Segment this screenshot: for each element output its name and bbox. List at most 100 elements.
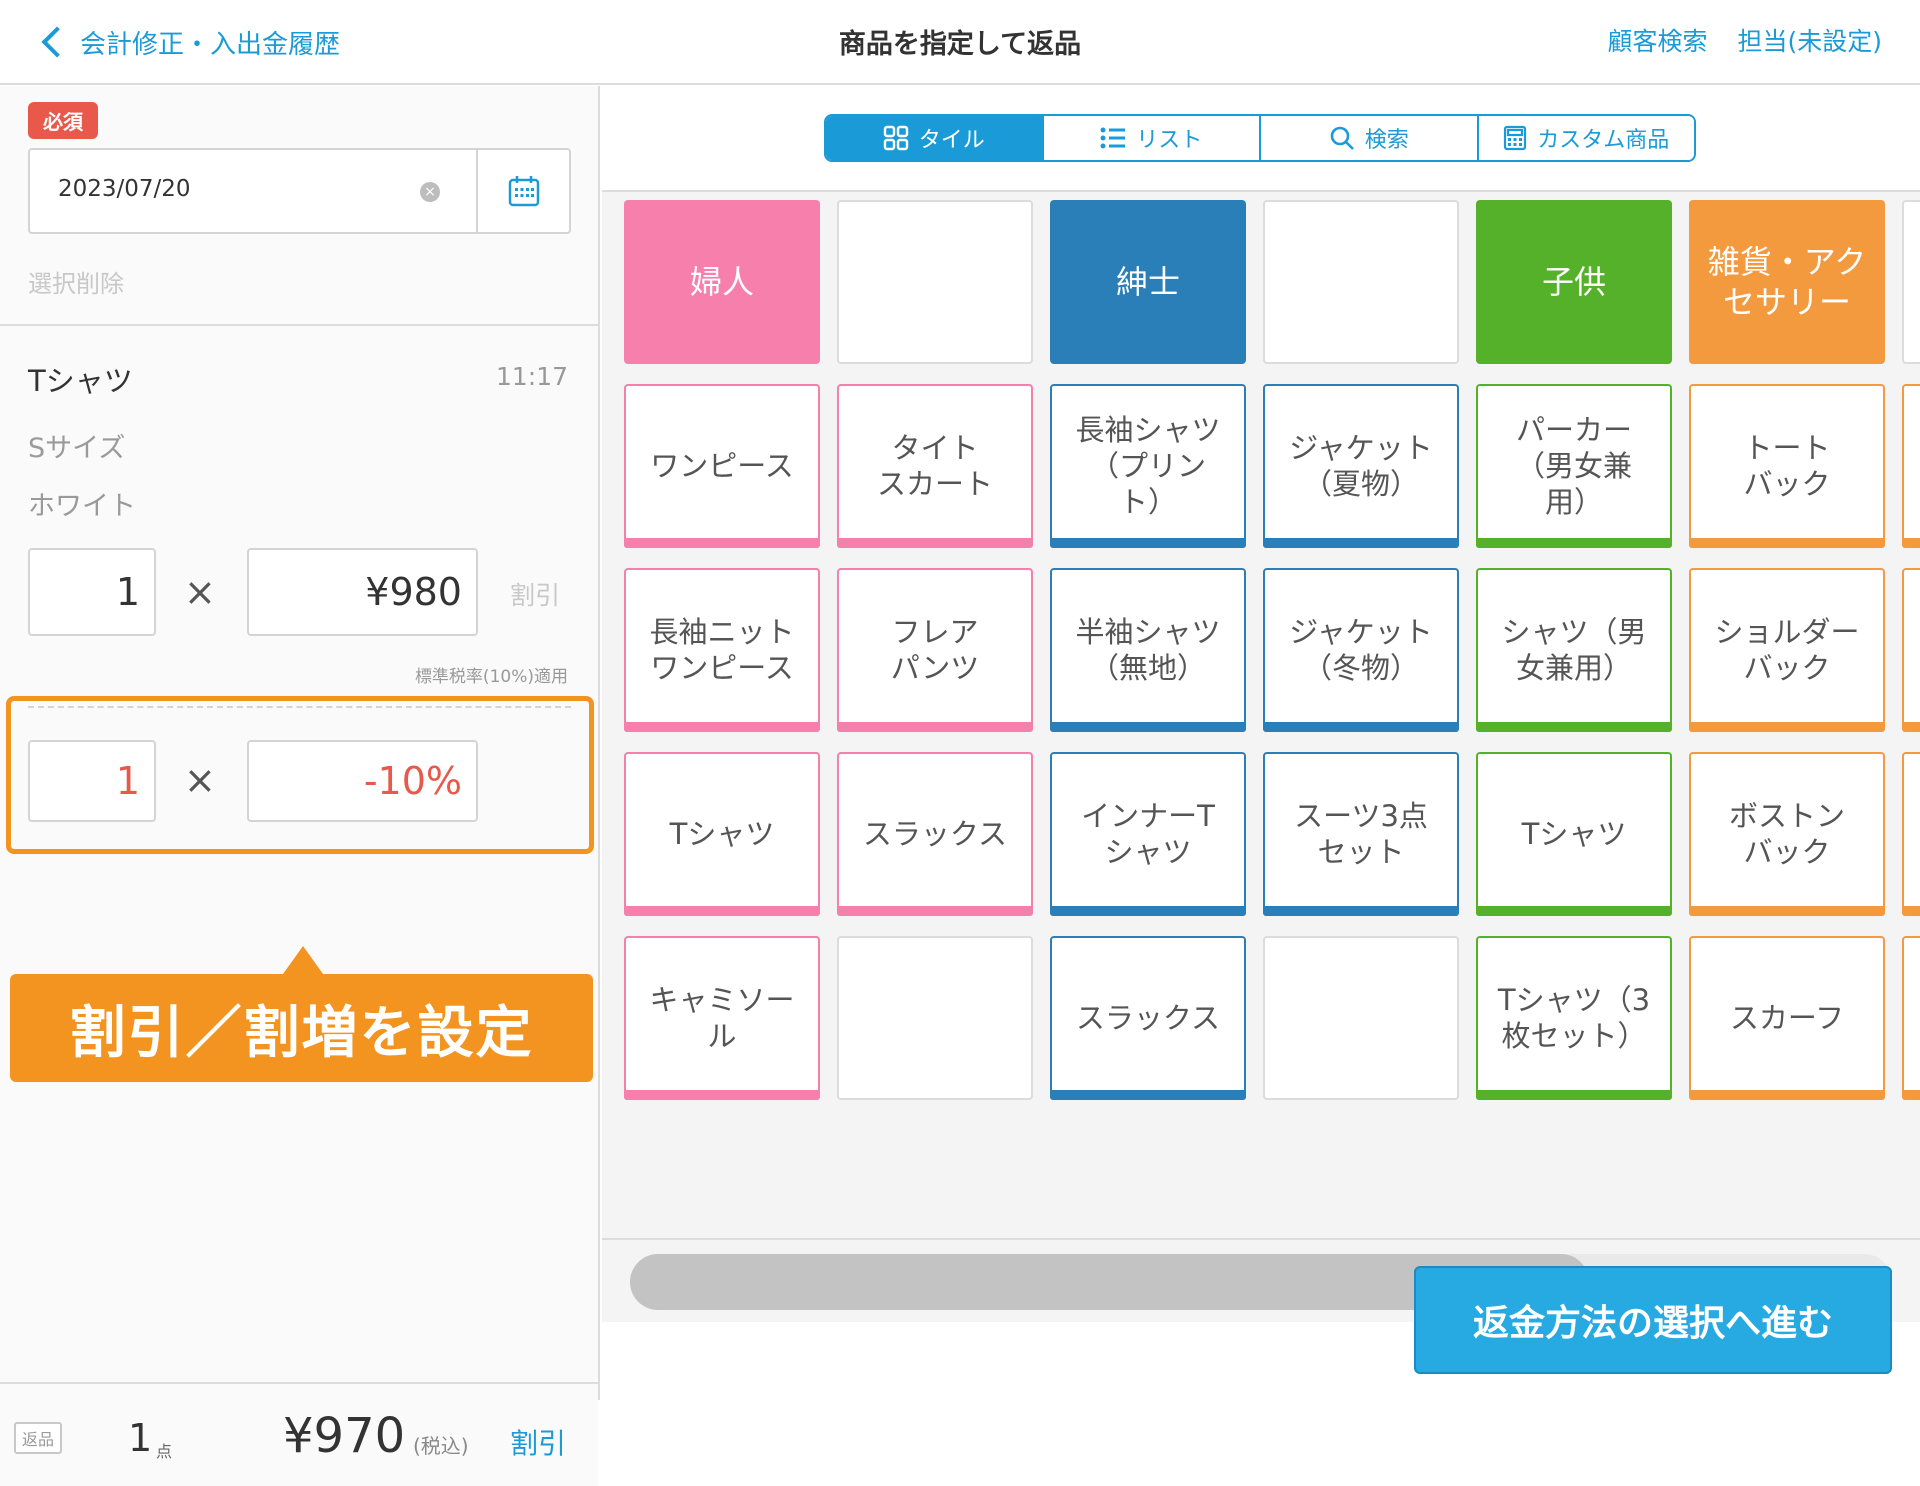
- tile-color-bar: [624, 1090, 820, 1100]
- product-tile[interactable]: パーカー （男女兼 用）: [1476, 384, 1672, 548]
- view-mode-tabs: タイル リスト 検索 カスタム商品: [824, 114, 1696, 162]
- product-panel: タイル リスト 検索 カスタム商品 婦人 紳士 子供 雑貨・アク セサリー ワン…: [602, 86, 1920, 1400]
- tile-color-bar: [837, 906, 1033, 916]
- tab-label: リスト: [1136, 128, 1203, 153]
- tile-color-bar: [1263, 722, 1459, 732]
- tile-color-bar: [1050, 1090, 1246, 1100]
- item-name: Tシャツ: [28, 364, 133, 398]
- tile-color-bar: [624, 538, 820, 548]
- item-time: 11:17: [495, 362, 568, 391]
- item-count: 1: [128, 1416, 153, 1460]
- partial-tile: [1902, 752, 1920, 916]
- product-tile[interactable]: インナーT シャツ: [1050, 752, 1246, 916]
- product-tile[interactable]: スラックス: [837, 752, 1033, 916]
- tile-color-bar: [1476, 1090, 1672, 1100]
- product-tile[interactable]: キャミソー ル: [624, 936, 820, 1100]
- footer-discount-link[interactable]: 割引: [510, 1422, 566, 1462]
- product-tile-grid: 婦人 紳士 子供 雑貨・アク セサリーワンピース タイト スカート 長袖シャツ （プリン …: [602, 192, 1920, 1322]
- divider: [602, 1238, 1920, 1240]
- date-field[interactable]: 2023/07/20 ×: [28, 148, 571, 234]
- product-tile[interactable]: ジャケット （夏物）: [1263, 384, 1459, 548]
- tile-color-bar: [1902, 722, 1920, 732]
- discount-link[interactable]: 割引: [510, 576, 560, 612]
- empty-tile: [1263, 936, 1459, 1100]
- cart-footer: 返品 1 点 ¥970 (税込) 割引: [0, 1382, 598, 1486]
- product-tile[interactable]: フレア パンツ: [837, 568, 1033, 732]
- category-tile[interactable]: 子供: [1476, 200, 1672, 364]
- category-tile[interactable]: 婦人: [624, 200, 820, 364]
- product-tile[interactable]: 長袖シャツ （プリン ト）: [1050, 384, 1246, 548]
- empty-tile: [1263, 200, 1459, 364]
- product-tile[interactable]: 半袖シャツ （無地）: [1050, 568, 1246, 732]
- return-badge: 返品: [14, 1422, 63, 1454]
- tab-label: 検索: [1364, 128, 1409, 153]
- customer-search-link[interactable]: 顧客検索: [1607, 22, 1707, 58]
- multiply-sign: ×: [184, 570, 216, 614]
- product-tile[interactable]: スカーフ: [1689, 936, 1885, 1100]
- tile-color-bar: [1050, 538, 1246, 548]
- callout-pointer: [283, 946, 323, 974]
- tile-color-bar: [1476, 538, 1672, 548]
- tax-note: 標準税率(10%)適用: [414, 667, 568, 687]
- tab-search[interactable]: 検索: [1261, 116, 1479, 160]
- tile-color-bar: [1689, 722, 1885, 732]
- discount-callout: 割引／割増を設定: [10, 974, 593, 1082]
- category-tile[interactable]: 紳士: [1050, 200, 1246, 364]
- empty-tile: [837, 936, 1033, 1100]
- product-tile[interactable]: ボストン バック: [1689, 752, 1885, 916]
- date-value: 2023/07/20: [58, 176, 191, 202]
- tile-color-bar: [1689, 1090, 1885, 1100]
- tile-color-bar: [1902, 1090, 1920, 1100]
- tax-included-label: (税込): [413, 1434, 469, 1458]
- tile-color-bar: [837, 538, 1033, 548]
- tile-color-bar: [1902, 538, 1920, 548]
- tab-list[interactable]: リスト: [1043, 116, 1261, 160]
- tab-custom-product[interactable]: カスタム商品: [1478, 116, 1694, 160]
- proceed-to-refund-button[interactable]: 返金方法の選択へ進む: [1414, 1266, 1892, 1374]
- tile-color-bar: [624, 722, 820, 732]
- product-tile[interactable]: Tシャツ: [1476, 752, 1672, 916]
- tab-tile[interactable]: タイル: [826, 116, 1044, 160]
- product-tile[interactable]: タイト スカート: [837, 384, 1033, 548]
- discount-highlight: [6, 696, 594, 854]
- tile-color-bar: [1902, 906, 1920, 916]
- partial-tile: [1902, 384, 1920, 548]
- divider: [0, 324, 598, 326]
- item-count-unit: 点: [156, 1442, 173, 1461]
- tab-label: タイル: [918, 128, 985, 153]
- clear-icon[interactable]: ×: [420, 182, 440, 202]
- header: 会計修正・入出金履歴 商品を指定して返品 顧客検索 担当(未設定): [0, 0, 1920, 85]
- tile-color-bar: [1263, 538, 1459, 548]
- product-tile[interactable]: シャツ（男 女兼用）: [1476, 568, 1672, 732]
- tile-color-bar: [1050, 906, 1246, 916]
- tile-color-bar: [1689, 538, 1885, 548]
- tile-color-bar: [1050, 722, 1246, 732]
- product-tile[interactable]: 長袖ニット ワンピース: [624, 568, 820, 732]
- product-tile[interactable]: スーツ3点 セット: [1263, 752, 1459, 916]
- tab-label: カスタム商品: [1537, 128, 1670, 153]
- product-tile[interactable]: Tシャツ（3 枚セット）: [1476, 936, 1672, 1100]
- tile-color-bar: [1476, 906, 1672, 916]
- search-icon: [1330, 126, 1354, 150]
- staff-link[interactable]: 担当(未設定): [1737, 22, 1882, 58]
- calculator-icon: [1504, 125, 1527, 151]
- product-tile[interactable]: Tシャツ: [624, 752, 820, 916]
- list-icon: [1100, 127, 1126, 149]
- product-tile[interactable]: ワンピース: [624, 384, 820, 548]
- calendar-button[interactable]: [476, 150, 569, 232]
- item-variant-color: ホワイト: [28, 491, 136, 522]
- total-amount: ¥970: [283, 1408, 406, 1464]
- price-input[interactable]: ¥980: [247, 548, 478, 636]
- category-tile[interactable]: 雑貨・アク セサリー: [1689, 200, 1885, 364]
- item-variant-size: Sサイズ: [28, 433, 126, 464]
- cart-panel: 必須 2023/07/20 × 選択削除 Tシャツ 11:17 Sサイズ ホワイ…: [0, 86, 600, 1486]
- quantity-input[interactable]: 1: [28, 548, 156, 636]
- tile-color-bar: [1263, 906, 1459, 916]
- product-tile[interactable]: トート バック: [1689, 384, 1885, 548]
- calendar-icon: [508, 176, 539, 207]
- product-tile[interactable]: ジャケット （冬物）: [1263, 568, 1459, 732]
- product-tile[interactable]: スラックス: [1050, 936, 1246, 1100]
- select-delete-link[interactable]: 選択削除: [28, 264, 124, 299]
- product-tile[interactable]: ショルダー バック: [1689, 568, 1885, 732]
- empty-tile: [837, 200, 1033, 364]
